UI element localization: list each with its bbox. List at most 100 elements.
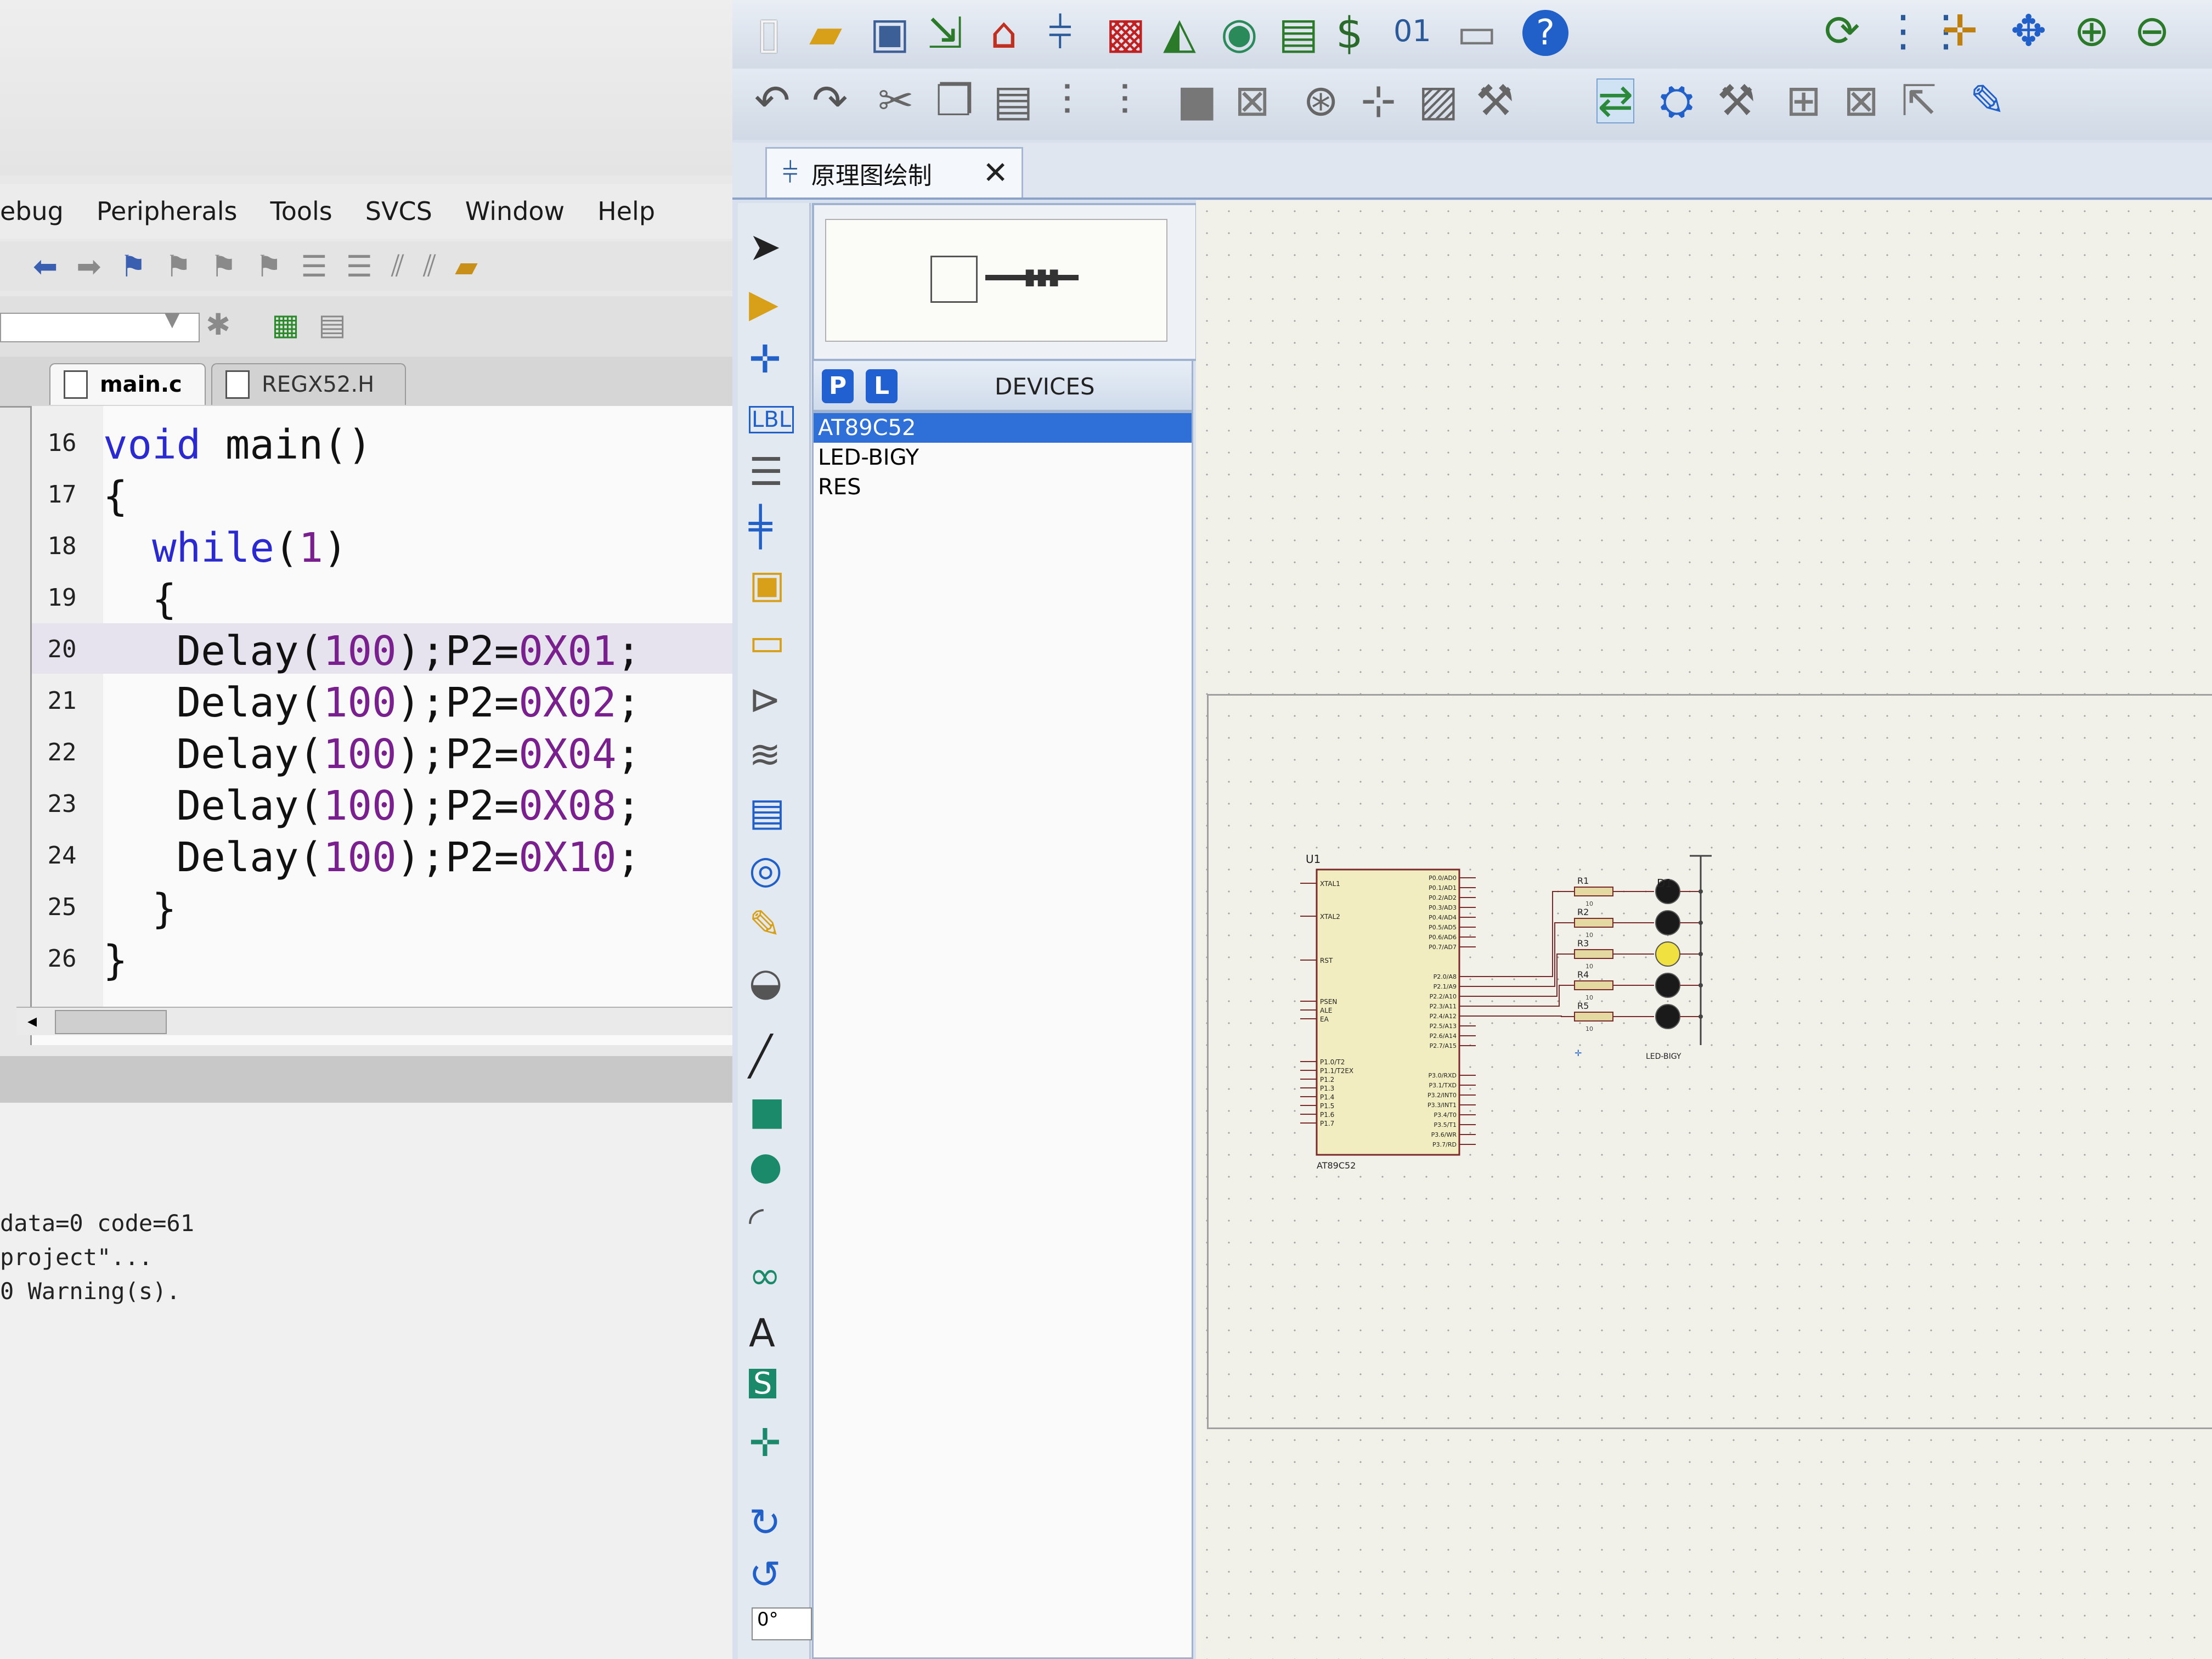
- remove-sheet-icon[interactable]: ⊠: [1843, 80, 1879, 122]
- device-pin-icon[interactable]: ⊳: [749, 680, 781, 719]
- select-mode-icon[interactable]: ➤: [749, 228, 781, 266]
- generator-icon[interactable]: ◎: [749, 850, 782, 889]
- code-line[interactable]: 19 {: [32, 572, 748, 623]
- tab-main-c[interactable]: main.c: [49, 363, 206, 405]
- redo-icon[interactable]: ↷: [812, 80, 848, 122]
- rotate-anticlockwise-icon[interactable]: ↺: [749, 1555, 781, 1594]
- bookmark-flag-icon[interactable]: ⚑: [120, 249, 146, 284]
- schematic-canvas[interactable]: U1 XTAL1 XTAL2 RST PSEN ALE EA P1.0/T2 P1.1/T2E…: [1196, 200, 2212, 1659]
- exit-to-parent-icon[interactable]: ⇱: [1901, 80, 1937, 122]
- refresh-icon[interactable]: ⟳: [1824, 10, 1860, 53]
- pick-device-icon[interactable]: ⊛: [1303, 80, 1339, 122]
- resistor[interactable]: [1574, 1012, 1613, 1022]
- tape-recorder-icon[interactable]: ▤: [749, 793, 785, 831]
- text-script-icon[interactable]: ☰: [749, 453, 783, 491]
- bill-of-materials-icon[interactable]: $: [1336, 12, 1363, 55]
- document-icon[interactable]: ▭: [1457, 12, 1497, 55]
- search-icon[interactable]: ⛭: [1660, 80, 1694, 122]
- rotate-clockwise-icon[interactable]: ↻: [749, 1503, 781, 1542]
- wire[interactable]: [1476, 891, 1575, 977]
- wire[interactable]: [1476, 1015, 1575, 1017]
- device-item-res[interactable]: RES: [814, 472, 1192, 502]
- save-icon[interactable]: ▣: [870, 12, 910, 55]
- wire-autorouter-icon[interactable]: ⇄: [1596, 78, 1635, 123]
- unindent-icon[interactable]: ☰: [346, 249, 373, 284]
- menu-peripherals[interactable]: Peripherals: [97, 196, 238, 226]
- terminal-icon[interactable]: ▭: [749, 623, 785, 661]
- resistor[interactable]: [1574, 918, 1613, 928]
- navigate-back-icon[interactable]: ⬅: [33, 249, 58, 284]
- menu-tools[interactable]: Tools: [270, 196, 332, 226]
- pcb-icon[interactable]: ◉: [1221, 12, 1258, 55]
- new-file-icon[interactable]: ▯: [757, 12, 781, 55]
- pick-devices-button[interactable]: P: [822, 369, 854, 403]
- menu-window[interactable]: Window: [465, 196, 565, 226]
- clear-bookmarks-icon[interactable]: ⚑: [256, 249, 282, 284]
- open-folder-icon[interactable]: ▰: [809, 12, 842, 55]
- zoom-out-icon[interactable]: ⊖: [2134, 10, 2170, 53]
- 3d-visualizer-icon[interactable]: ◭: [1163, 12, 1196, 55]
- symbol-tool-icon[interactable]: S: [749, 1369, 777, 1398]
- copy-icon[interactable]: ❐: [935, 80, 974, 122]
- origin-icon[interactable]: ✛: [1942, 10, 1978, 53]
- scroll-thumb[interactable]: [55, 1010, 167, 1034]
- undo-icon[interactable]: ↶: [754, 80, 790, 122]
- new-sheet-icon[interactable]: ⊞: [1786, 80, 1821, 122]
- resistor[interactable]: [1574, 887, 1613, 896]
- code-line[interactable]: 20 Delay(100);P2=0X01;: [32, 623, 748, 675]
- menu-help[interactable]: Help: [597, 196, 655, 226]
- voltage-probe-icon[interactable]: ✎: [749, 905, 781, 944]
- overview-window[interactable]: ▮▮▮: [812, 203, 1198, 361]
- indent-icon[interactable]: ☰: [301, 249, 327, 284]
- import-icon[interactable]: ⇲: [927, 12, 963, 55]
- navigate-forward-icon[interactable]: ➡: [76, 249, 101, 284]
- block-delete-icon[interactable]: ⊠: [1234, 80, 1270, 122]
- code-line[interactable]: 17 {: [32, 469, 748, 520]
- led[interactable]: [1655, 973, 1680, 998]
- code-line[interactable]: 21 Delay(100);P2=0X02;: [32, 675, 748, 726]
- make-device-icon[interactable]: ⊹: [1361, 80, 1396, 122]
- bus-icon[interactable]: ╪: [749, 507, 772, 546]
- circle-tool-icon[interactable]: ●: [749, 1147, 782, 1185]
- text-tool-icon[interactable]: A: [749, 1314, 775, 1352]
- path-tool-icon[interactable]: ∞: [749, 1256, 781, 1295]
- led[interactable]: [1655, 1004, 1680, 1029]
- tab-regx52-h[interactable]: REGX52.H: [211, 363, 406, 405]
- options-wand-icon[interactable]: ✱: [206, 307, 230, 342]
- pan-icon[interactable]: ✥: [2011, 10, 2046, 53]
- schematic-icon[interactable]: ⫩: [1048, 12, 1073, 55]
- close-icon[interactable]: ✕: [983, 155, 1008, 191]
- code-editor[interactable]: 16 void main() 17{18 while(1) 19 {20 Delay(…: [30, 406, 748, 1045]
- code-line[interactable]: 18 while(1): [32, 520, 748, 572]
- component-mode-icon[interactable]: ▶: [749, 284, 778, 323]
- chevron-down-icon[interactable]: ▼: [165, 308, 180, 331]
- resistor[interactable]: [1574, 980, 1613, 990]
- block-rotate-icon[interactable]: ■: [1177, 80, 1217, 122]
- gerber-icon[interactable]: ▤: [1278, 12, 1319, 55]
- code-line[interactable]: 22 Delay(100);P2=0X04;: [32, 726, 748, 778]
- scroll-left-icon[interactable]: ◂: [27, 1010, 37, 1032]
- open-folder-icon[interactable]: ▰: [455, 249, 478, 284]
- select-packs-icon[interactable]: ▤: [318, 307, 346, 342]
- decompose-icon[interactable]: ⚒: [1476, 80, 1514, 122]
- comment-icon[interactable]: ⫽: [391, 249, 404, 284]
- zoom-in-icon[interactable]: ⊕: [2074, 10, 2109, 53]
- code-line[interactable]: 26}: [32, 933, 748, 984]
- home-icon[interactable]: ⌂: [990, 12, 1018, 55]
- code-line[interactable]: 23 Delay(100);P2=0X08;: [32, 778, 748, 830]
- property-assignment-icon[interactable]: ⚒: [1717, 80, 1756, 122]
- tab-schematic-capture[interactable]: ⫩ 原理图绘制 ✕: [765, 147, 1023, 198]
- uncomment-icon[interactable]: ⫽: [423, 249, 436, 284]
- subcircuit-icon[interactable]: ▣: [749, 565, 785, 603]
- menu-debug[interactable]: ebug: [0, 196, 64, 226]
- graph-icon[interactable]: ≋: [749, 735, 781, 774]
- help-icon[interactable]: ?: [1522, 10, 1568, 56]
- next-bookmark-icon[interactable]: ⚑: [210, 249, 236, 284]
- packaging-icon[interactable]: ▨: [1418, 80, 1459, 122]
- code-line[interactable]: 24 Delay(100);P2=0X10;: [32, 830, 748, 881]
- menu-svcs[interactable]: SVCS: [365, 196, 432, 226]
- virtual-instrument-icon[interactable]: ◒: [749, 963, 782, 1001]
- line-tool-icon[interactable]: ╱: [749, 1037, 772, 1075]
- horizontal-scrollbar[interactable]: ◂: [16, 1007, 732, 1035]
- device-item-at89c52[interactable]: AT89C52: [814, 413, 1192, 443]
